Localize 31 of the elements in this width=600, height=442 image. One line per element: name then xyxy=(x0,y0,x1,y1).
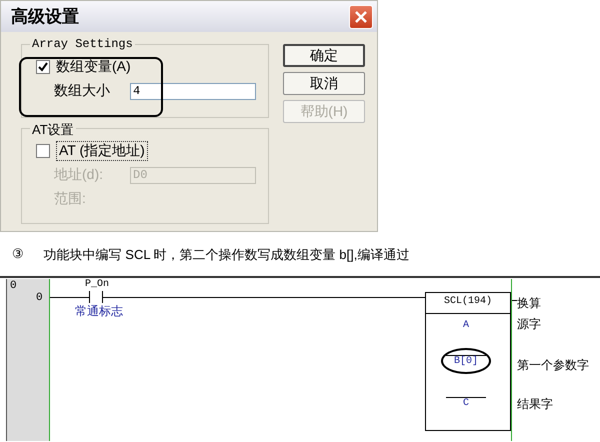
close-button[interactable] xyxy=(349,4,373,28)
output-wire xyxy=(512,300,517,301)
contact-comment: 常通标志 xyxy=(75,303,123,320)
block-comment: 换算 xyxy=(517,295,541,312)
group-legend: Array Settings xyxy=(30,37,135,51)
operand-comment: 源字 xyxy=(517,316,541,333)
block-name: SCL(194) xyxy=(426,296,510,314)
operand: C xyxy=(446,397,486,409)
operand: B[0] xyxy=(441,348,491,374)
contact-symbol xyxy=(89,291,103,303)
dialog-button[interactable]: 确定 xyxy=(283,44,365,67)
rung-number: 0 xyxy=(10,280,17,292)
field-label: 地址(d): xyxy=(54,166,104,184)
field-label: 范围: xyxy=(54,190,87,208)
dialog-button[interactable]: 取消 xyxy=(283,72,365,95)
step-number: ③ xyxy=(12,246,24,263)
window-title: 高级设置 xyxy=(11,6,79,28)
contact-name: P_On xyxy=(85,279,110,290)
caption-text: 功能块中编写 SCL 时，第二个操作数写成数组变量 b[],编译通过 xyxy=(44,246,410,264)
input-field[interactable]: 4 xyxy=(130,82,256,100)
close-icon xyxy=(354,10,368,24)
checkbox-label[interactable]: 数组变量(A) xyxy=(56,58,131,76)
operand-comment: 结果字 xyxy=(517,396,553,413)
field-label: 数组大小 xyxy=(54,82,111,100)
checkbox[interactable] xyxy=(36,144,50,158)
checkbox-label[interactable]: AT (指定地址) xyxy=(56,141,148,161)
step-count: 0 xyxy=(36,292,43,304)
rung-wire xyxy=(50,297,90,298)
operand-comment: 第一个参数字 xyxy=(517,357,589,374)
checkbox[interactable] xyxy=(36,60,50,74)
operand: A xyxy=(462,320,470,331)
